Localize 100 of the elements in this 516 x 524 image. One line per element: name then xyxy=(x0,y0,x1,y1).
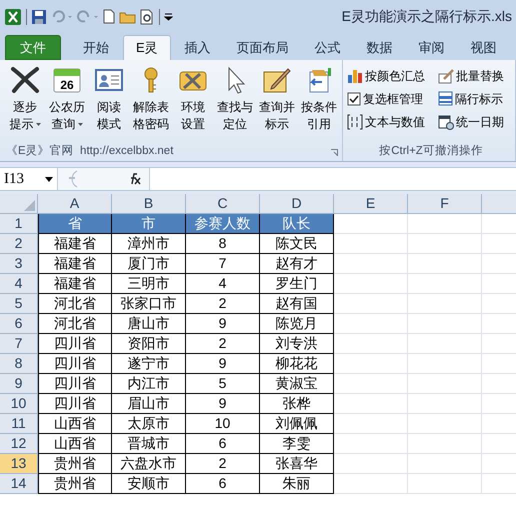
ribbon-tab[interactable]: 审阅 xyxy=(406,35,457,60)
ribbon-tab[interactable]: E灵 xyxy=(123,35,171,60)
row-header[interactable]: 10 xyxy=(0,394,38,414)
row-header[interactable]: 8 xyxy=(0,354,38,374)
ribbon-button[interactable]: 查找与 定位 xyxy=(216,66,254,143)
ribbon-button[interactable]: 文本与数值 xyxy=(347,112,436,131)
table-cell: 9 xyxy=(186,394,260,414)
table-cell: 福建省 xyxy=(38,254,112,274)
save-icon[interactable] xyxy=(31,8,47,24)
ribbon-button[interactable]: 按颜色汇总 xyxy=(347,66,436,85)
table-cell: 7 xyxy=(186,254,260,274)
header-cell: 市 xyxy=(112,214,186,234)
notepad-pencil-icon xyxy=(262,66,292,94)
row-header[interactable]: 9 xyxy=(0,374,38,394)
table-cell: 柳花花 xyxy=(260,354,334,374)
table-cell: 陈览月 xyxy=(260,314,334,334)
ribbon-tab[interactable]: 页面布局 xyxy=(224,35,301,60)
resize-handle-icon[interactable] xyxy=(66,170,78,188)
ribbon-button[interactable]: 按条件 引用 xyxy=(300,66,338,143)
group-label: 按Ctrl+Z可撤消操作 xyxy=(379,144,483,160)
new-document-icon[interactable] xyxy=(103,9,115,24)
table-cell: 8 xyxy=(186,234,260,254)
table-cell: 罗生门 xyxy=(260,274,334,294)
ribbon-button[interactable]: 查询并 标示 xyxy=(258,66,296,143)
table-cell: 遂宁市 xyxy=(112,354,186,374)
table-cell: 太原市 xyxy=(112,414,186,434)
table-cell: 张桦 xyxy=(260,394,334,414)
calendar-icon: 26 xyxy=(52,66,82,94)
row-header[interactable]: 6 xyxy=(0,314,38,334)
table-cell: 四川省 xyxy=(38,394,112,414)
header-cell: 队长 xyxy=(260,214,334,234)
ribbon-button[interactable]: 复选框管理 xyxy=(347,89,436,108)
column-header[interactable]: E xyxy=(334,194,408,213)
ribbon-tab[interactable]: 插入 xyxy=(172,35,223,60)
table-cell: 福建省 xyxy=(38,274,112,294)
table-cell: 2 xyxy=(186,294,260,314)
ribbon-button[interactable]: 阅读 模式 xyxy=(90,66,128,143)
column-header[interactable]: F xyxy=(408,194,482,213)
print-preview-icon[interactable] xyxy=(140,8,155,24)
row-header[interactable]: 2 xyxy=(0,234,38,254)
table-cell: 内江市 xyxy=(112,374,186,394)
ribbon-button[interactable]: 隔行标示 xyxy=(438,89,515,108)
table-cell: 三明市 xyxy=(112,274,186,294)
ribbon-button[interactable]: 批量替换 xyxy=(438,66,515,85)
ribbon-button[interactable]: 26 公农历 查询 xyxy=(48,66,86,143)
table-cell: 四川省 xyxy=(38,334,112,354)
ribbon-tab[interactable]: 视图 xyxy=(458,35,509,60)
row-header[interactable]: 4 xyxy=(0,274,38,294)
dialog-launcher-icon[interactable] xyxy=(331,148,338,156)
table-cell: 山西省 xyxy=(38,414,112,434)
bar-chart-icon xyxy=(347,68,363,84)
table-cell: 四川省 xyxy=(38,354,112,374)
column-header[interactable]: C xyxy=(186,194,260,213)
table-cell: 4 xyxy=(186,274,260,294)
id-card-icon xyxy=(94,66,124,94)
table-cell: 唐山市 xyxy=(112,314,186,334)
row-header[interactable]: 11 xyxy=(0,414,38,434)
table-cell: 张喜华 xyxy=(260,454,334,474)
table-cell: 河北省 xyxy=(38,314,112,334)
row-header[interactable]: 1 xyxy=(0,214,38,234)
table-cell: 2 xyxy=(186,334,260,354)
row-header[interactable]: 13 xyxy=(0,454,38,474)
row-header[interactable]: 7 xyxy=(0,334,38,354)
spreadsheet-app-icon[interactable] xyxy=(4,8,22,26)
row-header[interactable]: 14 xyxy=(0,474,38,494)
table-cell: 资阳市 xyxy=(112,334,186,354)
ribbon-tab[interactable]: 公式 xyxy=(302,35,353,60)
file-tab[interactable]: 文件 xyxy=(5,35,61,60)
cross-icon xyxy=(10,66,40,94)
table-cell: 贵州省 xyxy=(38,454,112,474)
row-header[interactable]: 12 xyxy=(0,434,38,454)
header-cell: 参赛人数 xyxy=(186,214,260,234)
ribbon-button[interactable]: 解除表 格密码 xyxy=(132,66,170,143)
calendar-clock-icon xyxy=(438,114,454,130)
column-header[interactable]: B xyxy=(112,194,186,213)
group-label: 《E灵》官网 http://excelbbx.net xyxy=(6,143,174,160)
table-cell: 安顺市 xyxy=(112,474,186,494)
table-cell: 山西省 xyxy=(38,434,112,454)
table-cell: 刘专洪 xyxy=(260,334,334,354)
table-cell: 李雯 xyxy=(260,434,334,454)
table-cell: 福建省 xyxy=(38,234,112,254)
table-cell: 刘佩佩 xyxy=(260,414,334,434)
striped-rows-icon xyxy=(438,91,453,106)
table-cell: 6 xyxy=(186,474,260,494)
table-cell: 厦门市 xyxy=(112,254,186,274)
ribbon-button[interactable]: 统一日期 xyxy=(438,112,515,131)
row-header[interactable]: 3 xyxy=(0,254,38,274)
table-cell: 2 xyxy=(186,454,260,474)
column-header[interactable]: D xyxy=(260,194,334,213)
ribbon-button[interactable]: 环境 设置 xyxy=(174,66,212,143)
ribbon-tab[interactable]: 开始 xyxy=(71,35,121,60)
column-header[interactable]: A xyxy=(38,194,112,213)
row-header[interactable]: 5 xyxy=(0,294,38,314)
table-cell: 9 xyxy=(186,354,260,374)
table-cell: 朱丽 xyxy=(260,474,334,494)
binary-digits-icon xyxy=(347,114,363,130)
customize-toolbar-icon[interactable] xyxy=(164,12,173,21)
ribbon-button[interactable]: 逐步 提示 xyxy=(6,66,44,143)
ribbon-tab[interactable]: 数据 xyxy=(354,35,405,60)
dropdown-arrow-icon[interactable] xyxy=(45,176,53,182)
